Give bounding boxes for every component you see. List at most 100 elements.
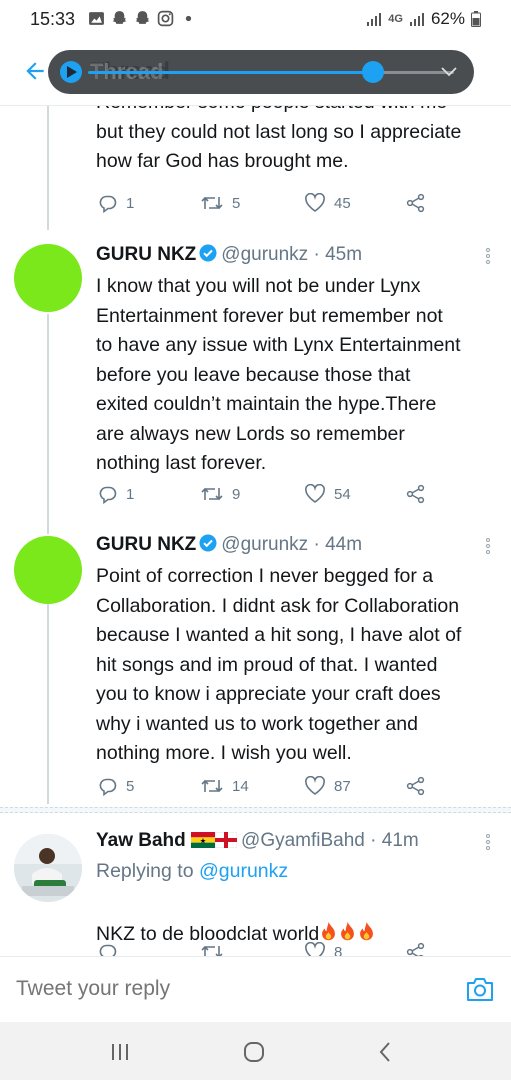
retweet-count: 14 [232,777,249,795]
like-count: 54 [334,485,351,503]
reply-action[interactable]: 1 [98,484,134,504]
fire-icon [322,921,336,940]
reply-icon [99,486,117,504]
more-options-icon[interactable] [485,248,491,268]
snapchat-icon [112,11,127,24]
chevron-down-icon[interactable] [440,64,458,78]
share-icon [406,484,425,504]
fire-icon [341,921,355,940]
more-options-icon[interactable] [485,834,491,854]
share-action[interactable] [406,776,426,796]
back-icon[interactable] [374,1040,398,1064]
like-action[interactable]: 87 [304,776,351,796]
retweet-icon [201,196,223,210]
replying-to: Replying to @gurunkz [96,860,288,883]
share-icon [406,776,425,796]
share-action[interactable] [406,193,426,213]
avatar[interactable] [14,536,82,604]
reply-action[interactable]: 5 [98,776,134,796]
tweet-text: NKZ to de bloodclat world [96,890,501,949]
author-handle[interactable]: @gurunkz [221,534,308,555]
reply-icon [99,778,117,796]
reply-icon [99,944,117,956]
tweet-text: Remember some people started with me but… [96,106,462,172]
avatar[interactable] [14,244,82,312]
retweet-action[interactable]: 14 [200,776,249,796]
author-handle[interactable]: @GyamfiBahd [241,830,365,851]
home-icon[interactable] [242,1040,266,1064]
network-type: 4G [388,13,403,25]
england-flag-icon [214,831,238,849]
tweet-header: GURU NKZ @gurunkz · 44m [96,534,362,556]
author-name[interactable]: GURU NKZ [96,534,196,555]
retweet-icon [201,945,223,956]
arrow-left-icon[interactable] [22,58,48,84]
avatar[interactable] [14,834,82,902]
retweet-action[interactable]: 5 [200,193,240,213]
reply-action[interactable] [98,942,118,956]
notification-icons [88,10,197,27]
retweet-icon [201,487,223,501]
tweet-actions: 5 14 87 [96,776,436,800]
tweet-partial[interactable]: Remember some people started with me but… [0,106,511,228]
ghana-flag-icon [191,832,216,848]
replying-to-link[interactable]: @gurunkz [199,860,288,882]
tweet-text: Point of correction I never begged for a… [96,565,462,764]
heart-icon [305,484,325,503]
heart-icon [305,942,325,956]
media-progress-knob[interactable] [362,61,384,83]
reply-count: 5 [126,777,135,795]
like-action[interactable]: 8 [304,942,342,956]
fire-icon [360,921,374,940]
author-handle[interactable]: @gurunkz [221,244,308,265]
retweet-icon [201,779,223,793]
time-separator: · [308,244,326,265]
play-icon [67,66,77,78]
tweet[interactable]: GURU NKZ @gurunkz · 44m Point of correcti… [0,524,511,814]
status-time: 15:33 [30,9,76,29]
retweet-action[interactable] [200,942,224,956]
tweet-time: 44m [325,534,363,555]
signal-icon-2 [409,13,424,26]
reply-bar [0,956,511,1022]
share-action[interactable] [406,942,426,956]
more-options-icon[interactable] [485,538,491,558]
share-action[interactable] [406,484,426,504]
tweet-header: Yaw Bahd @GyamfiBahd · 41m [96,830,419,852]
play-button[interactable] [60,61,82,83]
tweet-actions: 1 9 54 [96,484,436,508]
author-name[interactable]: GURU NKZ [96,244,196,265]
tweet-reply-input[interactable] [16,977,436,1001]
like-count: 45 [334,194,351,212]
tweet-actions: 8 [96,942,436,956]
replying-prefix: Replying to [96,860,194,882]
instagram-icon [157,10,174,27]
like-action[interactable]: 45 [304,193,351,213]
retweet-action[interactable]: 9 [200,484,240,504]
reply-tweet[interactable]: Yaw Bahd @GyamfiBahd · 41m Replying to @… [0,820,511,956]
more-notifications-dot-icon [185,15,192,22]
share-icon [406,193,425,213]
reply-count: 1 [126,194,135,212]
tweet[interactable]: GURU NKZ @gurunkz · 45m I know that you w… [0,234,511,524]
tweet-header: GURU NKZ @gurunkz · 45m [96,244,362,266]
heart-icon [305,776,325,795]
recent-apps-icon[interactable] [108,1040,132,1064]
reply-action[interactable]: 1 [98,193,134,213]
reply-count: 1 [126,485,135,503]
retweet-count: 9 [232,485,241,503]
tweet-actions: 1 5 45 [96,193,436,217]
media-progress-track[interactable] [88,71,373,74]
verified-badge-icon [199,534,217,552]
thread-list[interactable]: Remember some people started with me but… [0,106,511,956]
like-action[interactable]: 54 [304,484,351,504]
author-name[interactable]: Yaw Bahd [96,830,186,851]
media-player-pill[interactable]: Thread [48,50,474,94]
time-separator: · [308,534,326,555]
status-right: 4G 62% [366,9,481,29]
tweet-text: I know that you will not be under Lynx E… [96,275,461,474]
battery-icon [471,11,481,27]
thread-separator [0,807,511,813]
like-count: 8 [334,943,343,957]
camera-icon[interactable] [465,975,495,1003]
